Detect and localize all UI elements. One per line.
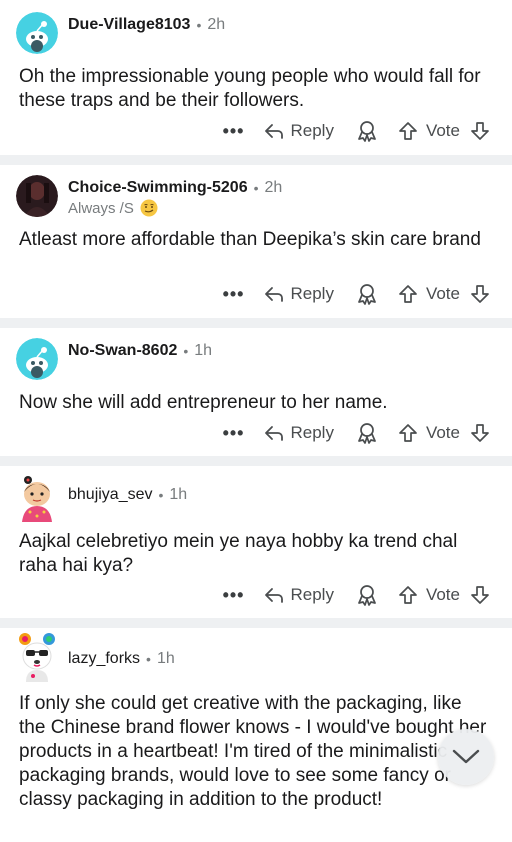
upvote-icon[interactable] — [398, 284, 418, 304]
separator-dot: • — [196, 17, 202, 33]
comment-card: bhujiya_sev • 1h Aajkal celebretiyo mein… — [0, 466, 512, 618]
award-button[interactable] — [356, 584, 378, 606]
username[interactable]: No-Swan-8602 — [68, 342, 177, 360]
reply-label: Reply — [290, 423, 334, 442]
downvote-icon[interactable] — [470, 121, 490, 141]
separator-dot: • — [183, 343, 189, 359]
avatar[interactable] — [16, 474, 58, 522]
avatar[interactable] — [16, 632, 58, 682]
award-icon — [358, 284, 376, 305]
award-icon — [358, 585, 376, 606]
comment-actions: ••• Reply Vote — [223, 584, 490, 606]
username[interactable]: Choice-Swimming-5206 — [68, 179, 248, 197]
reply-button[interactable]: Reply — [264, 585, 334, 605]
comment-header: No-Swan-8602 • 1h — [16, 338, 212, 380]
smirk-emoji-icon — [140, 199, 158, 217]
timestamp: 1h — [156, 650, 175, 667]
award-icon — [358, 423, 376, 444]
comment-separator — [0, 318, 512, 328]
comment-body: Atleast more affordable than Deepika’s s… — [19, 229, 481, 250]
vote-control: Vote — [398, 121, 490, 141]
more-options-button[interactable]: ••• — [223, 284, 245, 305]
separator-dot: • — [253, 180, 259, 196]
comment-header: Due-Village8103 • 2h — [16, 12, 225, 54]
reply-label: Reply — [290, 284, 334, 303]
vote-label: Vote — [425, 284, 460, 303]
avatar[interactable] — [16, 338, 58, 380]
vote-control: Vote — [398, 284, 490, 304]
separator-dot: • — [158, 487, 164, 503]
comment-card: No-Swan-8602 • 1h Now she will add entre… — [0, 328, 512, 458]
award-icon — [358, 121, 376, 142]
comment-header: bhujiya_sev • 1h — [16, 474, 188, 522]
comment-header: lazy_forks • 1h — [16, 632, 175, 682]
comment-separator — [0, 155, 512, 165]
avatar[interactable] — [16, 175, 58, 217]
username[interactable]: lazy_forks — [68, 650, 140, 668]
comment-separator — [0, 456, 512, 466]
comment-actions: ••• Reply Vote — [223, 422, 490, 444]
award-button[interactable] — [356, 283, 378, 305]
downvote-icon[interactable] — [470, 284, 490, 304]
comment-separator — [0, 618, 512, 628]
comment-card: Due-Village8103 • 2h Oh the impressionab… — [0, 0, 512, 158]
comment-body: Aajkal celebretiyo mein ye naya hobby ka… — [19, 531, 458, 576]
comment-body: If only she could get creative with the … — [19, 693, 487, 810]
reply-icon — [265, 124, 284, 139]
comment-actions: ••• Reply Vote — [223, 283, 490, 305]
comment-header: Choice-Swimming-5206 • 2h Always /S — [16, 175, 282, 217]
separator-dot: • — [146, 651, 151, 667]
reply-label: Reply — [290, 121, 334, 140]
chevron-down-icon — [452, 749, 480, 764]
comment-body: Oh the impressionable young people who w… — [19, 66, 481, 111]
vote-control: Vote — [398, 585, 490, 605]
award-button[interactable] — [356, 422, 378, 444]
reply-button[interactable]: Reply — [264, 423, 334, 443]
user-flair: Always /S — [68, 199, 282, 217]
reply-icon — [265, 426, 284, 441]
comment-card: lazy_forks • 1h If only she could get cr… — [0, 628, 512, 842]
vote-label: Vote — [425, 121, 460, 140]
vote-label: Vote — [425, 585, 460, 604]
vote-control: Vote — [398, 423, 490, 443]
upvote-icon[interactable] — [398, 423, 418, 443]
upvote-icon[interactable] — [398, 585, 418, 605]
scroll-down-button[interactable] — [438, 729, 494, 785]
username[interactable]: bhujiya_sev — [68, 486, 153, 504]
reply-label: Reply — [290, 585, 334, 604]
timestamp: 2h — [264, 179, 283, 196]
more-options-button[interactable]: ••• — [223, 121, 245, 142]
comment-card: Choice-Swimming-5206 • 2h Always /S Atle… — [0, 165, 512, 318]
reply-icon — [265, 588, 284, 603]
upvote-icon[interactable] — [398, 121, 418, 141]
award-button[interactable] — [356, 120, 378, 142]
reply-icon — [265, 287, 284, 302]
username[interactable]: Due-Village8103 — [68, 16, 190, 34]
avatar[interactable] — [16, 12, 58, 54]
downvote-icon[interactable] — [470, 423, 490, 443]
downvote-icon[interactable] — [470, 585, 490, 605]
reply-button[interactable]: Reply — [264, 121, 334, 141]
flair-text: Always /S — [68, 199, 134, 217]
timestamp: 2h — [207, 16, 226, 33]
more-options-button[interactable]: ••• — [223, 423, 245, 444]
vote-label: Vote — [425, 423, 460, 442]
reply-button[interactable]: Reply — [264, 284, 334, 304]
more-options-button[interactable]: ••• — [223, 585, 245, 606]
comment-body: Now she will add entrepreneur to her nam… — [19, 392, 388, 413]
timestamp: 1h — [169, 486, 188, 503]
comment-actions: ••• Reply Vote — [223, 120, 490, 142]
timestamp: 1h — [194, 342, 213, 359]
